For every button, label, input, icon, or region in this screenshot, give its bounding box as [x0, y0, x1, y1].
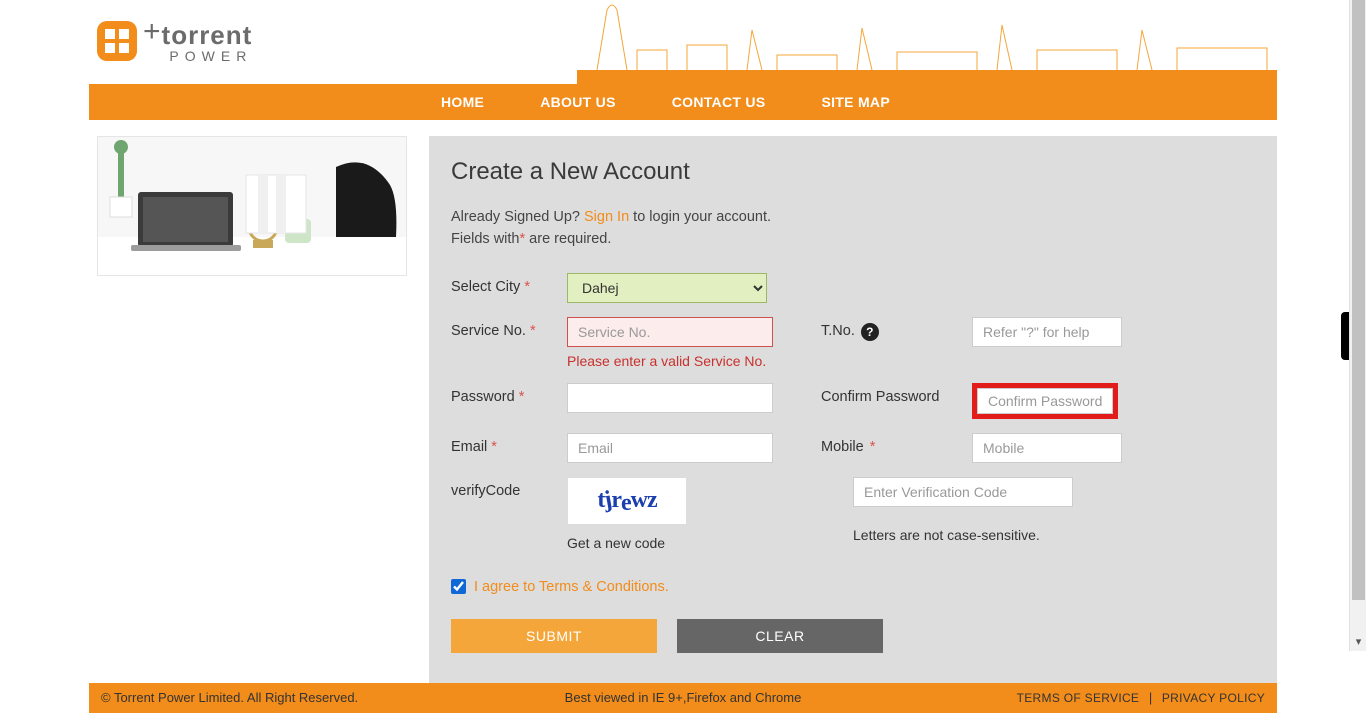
new-code-link[interactable]: Get a new code	[567, 535, 665, 551]
sidebar-image	[97, 136, 407, 276]
brand-name: torrent	[162, 20, 253, 51]
scrollbar[interactable]: ▾	[1349, 0, 1366, 651]
nav-about[interactable]: ABOUT US	[540, 94, 616, 110]
submit-button[interactable]: SUBMIT	[451, 619, 657, 653]
serviceno-input[interactable]	[567, 317, 773, 347]
serviceno-error: Please enter a valid Service No.	[567, 353, 797, 369]
label-mobile: Mobile	[821, 439, 864, 455]
footer-copyright: © Torrent Power Limited. All Right Reser…	[101, 690, 358, 705]
header: +torrent POWER	[89, 0, 1277, 84]
tno-input[interactable]	[972, 317, 1122, 347]
scrollbar-thumb[interactable]	[1352, 0, 1365, 600]
label-tno: T.No.	[821, 323, 855, 339]
footer: © Torrent Power Limited. All Right Reser…	[89, 683, 1277, 713]
brand-sub: POWER	[143, 48, 252, 64]
footer-tos-link[interactable]: TERMS OF SERVICE	[1017, 691, 1140, 705]
main-nav: HOME ABOUT US CONTACT US SITE MAP	[89, 84, 1277, 120]
side-feedback-tab[interactable]	[1341, 312, 1349, 360]
confirm-password-input[interactable]	[977, 388, 1113, 414]
nav-home[interactable]: HOME	[441, 94, 484, 110]
logo-icon	[97, 21, 137, 61]
email-input[interactable]	[567, 433, 773, 463]
label-confirm: Confirm Password	[821, 389, 939, 405]
label-password: Password	[451, 389, 515, 405]
footer-privacy-link[interactable]: PRIVACY POLICY	[1162, 691, 1265, 705]
footer-sep: |	[1149, 690, 1152, 705]
help-icon[interactable]: ?	[861, 323, 879, 341]
scrollbar-down-icon[interactable]: ▾	[1350, 634, 1366, 651]
label-verify: verifyCode	[451, 483, 520, 499]
main-panel: Create a New Account Already Signed Up? …	[429, 136, 1277, 683]
label-city: Select City	[451, 279, 520, 295]
mobile-input[interactable]	[972, 433, 1122, 463]
label-serviceno: Service No.	[451, 323, 526, 339]
nav-contact[interactable]: CONTACT US	[672, 94, 766, 110]
label-email: Email	[451, 439, 487, 455]
logo-text: +torrent POWER	[143, 18, 252, 64]
confirm-highlight	[972, 383, 1118, 419]
signin-link[interactable]: Sign In	[584, 209, 629, 225]
page-title: Create a New Account	[451, 158, 1255, 186]
city-select[interactable]: Dahej	[567, 273, 767, 303]
skyline-illustration	[577, 0, 1277, 84]
intro-text: Already Signed Up? Sign In to login your…	[451, 206, 1255, 251]
clear-button[interactable]: CLEAR	[677, 619, 883, 653]
verification-input[interactable]	[853, 477, 1073, 507]
nav-sitemap[interactable]: SITE MAP	[821, 94, 890, 110]
captcha-image: tjrewz	[567, 477, 687, 525]
terms-link[interactable]: I agree to Terms & Conditions.	[474, 579, 669, 595]
captcha-note: Letters are not case-sensitive.	[853, 527, 1073, 543]
logo[interactable]: +torrent POWER	[97, 18, 252, 64]
terms-checkbox[interactable]	[451, 579, 466, 594]
footer-browser-note: Best viewed in IE 9+,Firefox and Chrome	[565, 690, 802, 705]
password-input[interactable]	[567, 383, 773, 413]
